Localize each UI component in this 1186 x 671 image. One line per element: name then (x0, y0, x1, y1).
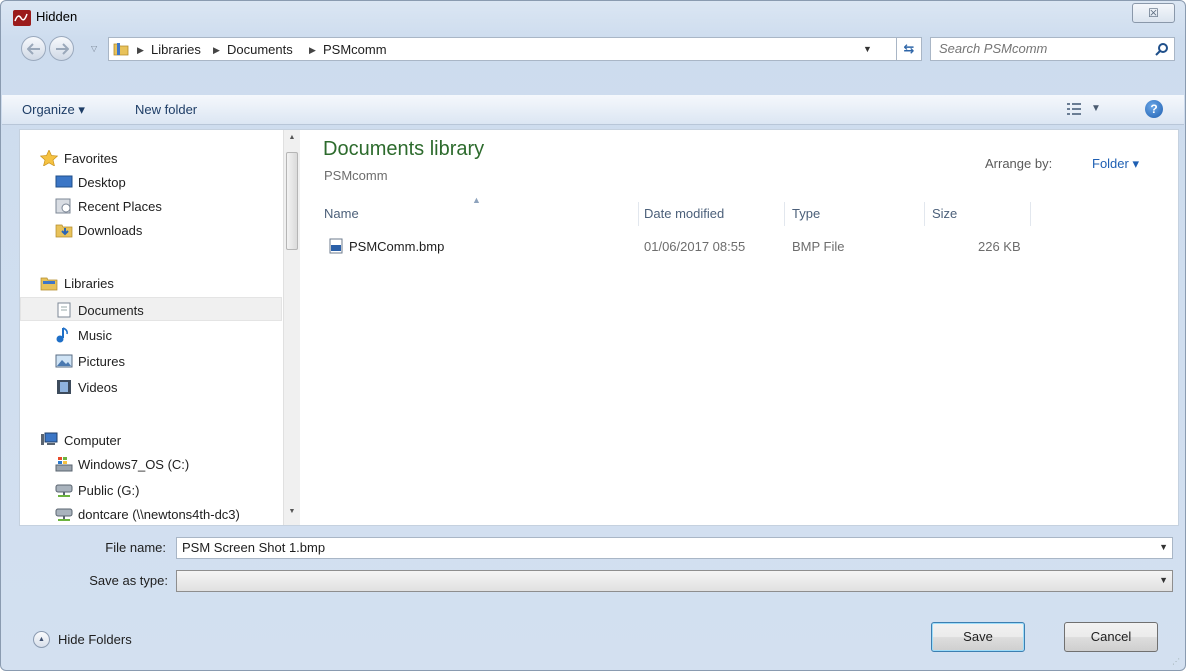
nav-public-drive[interactable]: Public (G:) (20, 478, 282, 502)
view-dropdown-icon: ▼ (1091, 103, 1101, 114)
file-name-label: File name: (105, 540, 166, 555)
command-toolbar: Organize ▾ New folder ▼ ? (2, 95, 1184, 125)
breadcrumb-separator-icon[interactable]: ▶ (213, 42, 220, 58)
save-type-dropdown-icon[interactable]: ▼ (1159, 575, 1168, 585)
save-dialog: Hidden ☒ ▽ ▶ Libraries ▶ Documents ▶ PSM… (0, 0, 1186, 671)
nav-pictures[interactable]: Pictures (20, 349, 282, 373)
breadcrumb-documents[interactable]: Documents (227, 42, 293, 57)
nav-desktop[interactable]: Desktop (20, 170, 282, 194)
pictures-icon (55, 354, 73, 368)
nav-videos[interactable]: Videos (20, 375, 282, 399)
music-icon (56, 327, 68, 343)
sort-ascending-icon: ▲ (472, 195, 481, 205)
back-arrow-icon (27, 43, 40, 55)
breadcrumb-libraries[interactable]: Libraries (151, 42, 201, 57)
browser-area: Favorites Desktop Recent Places Download… (19, 129, 1179, 526)
new-folder-button[interactable]: New folder (135, 102, 197, 117)
file-list-pane[interactable]: Documents library PSMcomm Arrange by: Fo… (302, 130, 1178, 525)
nav-dontcare-drive[interactable]: dontcare (\\newtons4th-dc3) (20, 502, 282, 525)
save-button[interactable]: Save (931, 622, 1025, 652)
scroll-up-icon[interactable]: ▲ (287, 134, 297, 144)
scroll-thumb[interactable] (286, 152, 298, 250)
network-drive-icon (55, 508, 73, 521)
save-type-label: Save as type: (89, 573, 168, 588)
file-name-field[interactable]: ▼ (176, 537, 1173, 559)
view-details-icon (1067, 103, 1081, 115)
breadcrumb-separator-icon[interactable]: ▶ (137, 42, 144, 58)
app-logo-icon (13, 10, 31, 26)
bmp-file-icon (329, 238, 343, 254)
organize-menu-button[interactable]: Organize ▾ (22, 102, 85, 118)
refresh-button[interactable]: ⇆ (896, 37, 922, 61)
search-icon[interactable] (1155, 42, 1169, 56)
file-name-input[interactable] (182, 540, 1132, 555)
navigation-pane[interactable]: Favorites Desktop Recent Places Download… (20, 130, 300, 525)
nav-recent-places[interactable]: Recent Places (20, 194, 282, 218)
folder-icon (113, 43, 129, 56)
column-header-size[interactable]: Size (932, 206, 957, 221)
column-divider[interactable] (784, 202, 785, 226)
recent-places-icon (55, 198, 71, 214)
recent-locations-chevron-icon[interactable]: ▽ (91, 44, 99, 53)
nav-music[interactable]: Music (20, 323, 282, 347)
network-drive-icon (55, 484, 73, 497)
collapse-up-icon[interactable]: ▲ (33, 631, 50, 648)
file-date: 01/06/2017 08:55 (644, 239, 746, 254)
arrange-by-dropdown[interactable]: Folder ▾ (1092, 156, 1139, 172)
nav-scrollbar[interactable]: ▲ ▼ (283, 130, 300, 525)
arrange-by-label: Arrange by: (985, 156, 1053, 171)
forward-button[interactable] (49, 36, 74, 61)
search-box[interactable] (930, 37, 1175, 61)
address-dropdown-icon[interactable]: ▼ (863, 38, 895, 60)
navigation-bar: ▽ ▶ Libraries ▶ Documents ▶ PSMcomm ▼ ⇆ (1, 34, 1185, 64)
resize-grip-icon[interactable]: ⋰ (1172, 657, 1182, 667)
close-button[interactable]: ☒ (1132, 3, 1175, 23)
file-name-dropdown-icon[interactable]: ▼ (1159, 542, 1168, 552)
videos-icon (57, 380, 71, 394)
scroll-down-icon[interactable]: ▼ (287, 508, 297, 518)
libraries-icon (40, 277, 58, 291)
column-header-name[interactable]: Name (324, 206, 359, 221)
star-icon (40, 150, 58, 166)
library-title: Documents library (323, 138, 485, 160)
forward-arrow-icon (56, 43, 69, 55)
documents-icon (57, 302, 71, 318)
file-size: 226 KB (978, 239, 1021, 254)
help-icon[interactable]: ? (1145, 100, 1163, 118)
downloads-icon (55, 224, 73, 238)
nav-documents[interactable]: Documents (20, 297, 282, 321)
column-divider[interactable] (924, 202, 925, 226)
breadcrumb-separator-icon[interactable]: ▶ (309, 42, 316, 58)
title-bar: Hidden ☒ (1, 1, 1185, 33)
column-header-date[interactable]: Date modified (644, 206, 724, 221)
search-input[interactable] (939, 41, 1139, 56)
nav-favorites[interactable]: Favorites (20, 146, 282, 170)
column-divider[interactable] (1030, 202, 1031, 226)
desktop-icon (55, 175, 73, 188)
window-title: Hidden (36, 9, 78, 24)
breadcrumb-psmcomm[interactable]: PSMcomm (323, 42, 387, 57)
nav-libraries[interactable]: Libraries (20, 271, 282, 295)
change-view-button[interactable]: ▼ (1067, 101, 1107, 119)
column-divider[interactable] (638, 202, 639, 226)
back-button[interactable] (21, 36, 46, 61)
column-header-type[interactable]: Type (792, 206, 820, 221)
address-bar[interactable]: ▶ Libraries ▶ Documents ▶ PSMcomm ▼ (108, 37, 898, 61)
windows-drive-icon (55, 457, 73, 472)
file-name: PSMComm.bmp (349, 239, 445, 254)
computer-icon (41, 432, 58, 445)
nav-computer[interactable]: Computer (20, 428, 282, 452)
save-type-select[interactable]: ▼ (176, 570, 1173, 592)
nav-downloads[interactable]: Downloads (20, 218, 282, 242)
cancel-button[interactable]: Cancel (1064, 622, 1158, 652)
file-type: BMP File (792, 239, 845, 254)
nav-windows-os-drive[interactable]: Windows7_OS (C:) (20, 452, 282, 476)
library-subtitle: PSMcomm (324, 168, 388, 183)
file-row[interactable]: PSMComm.bmp 01/06/2017 08:55 BMP File 22… (319, 234, 1021, 258)
